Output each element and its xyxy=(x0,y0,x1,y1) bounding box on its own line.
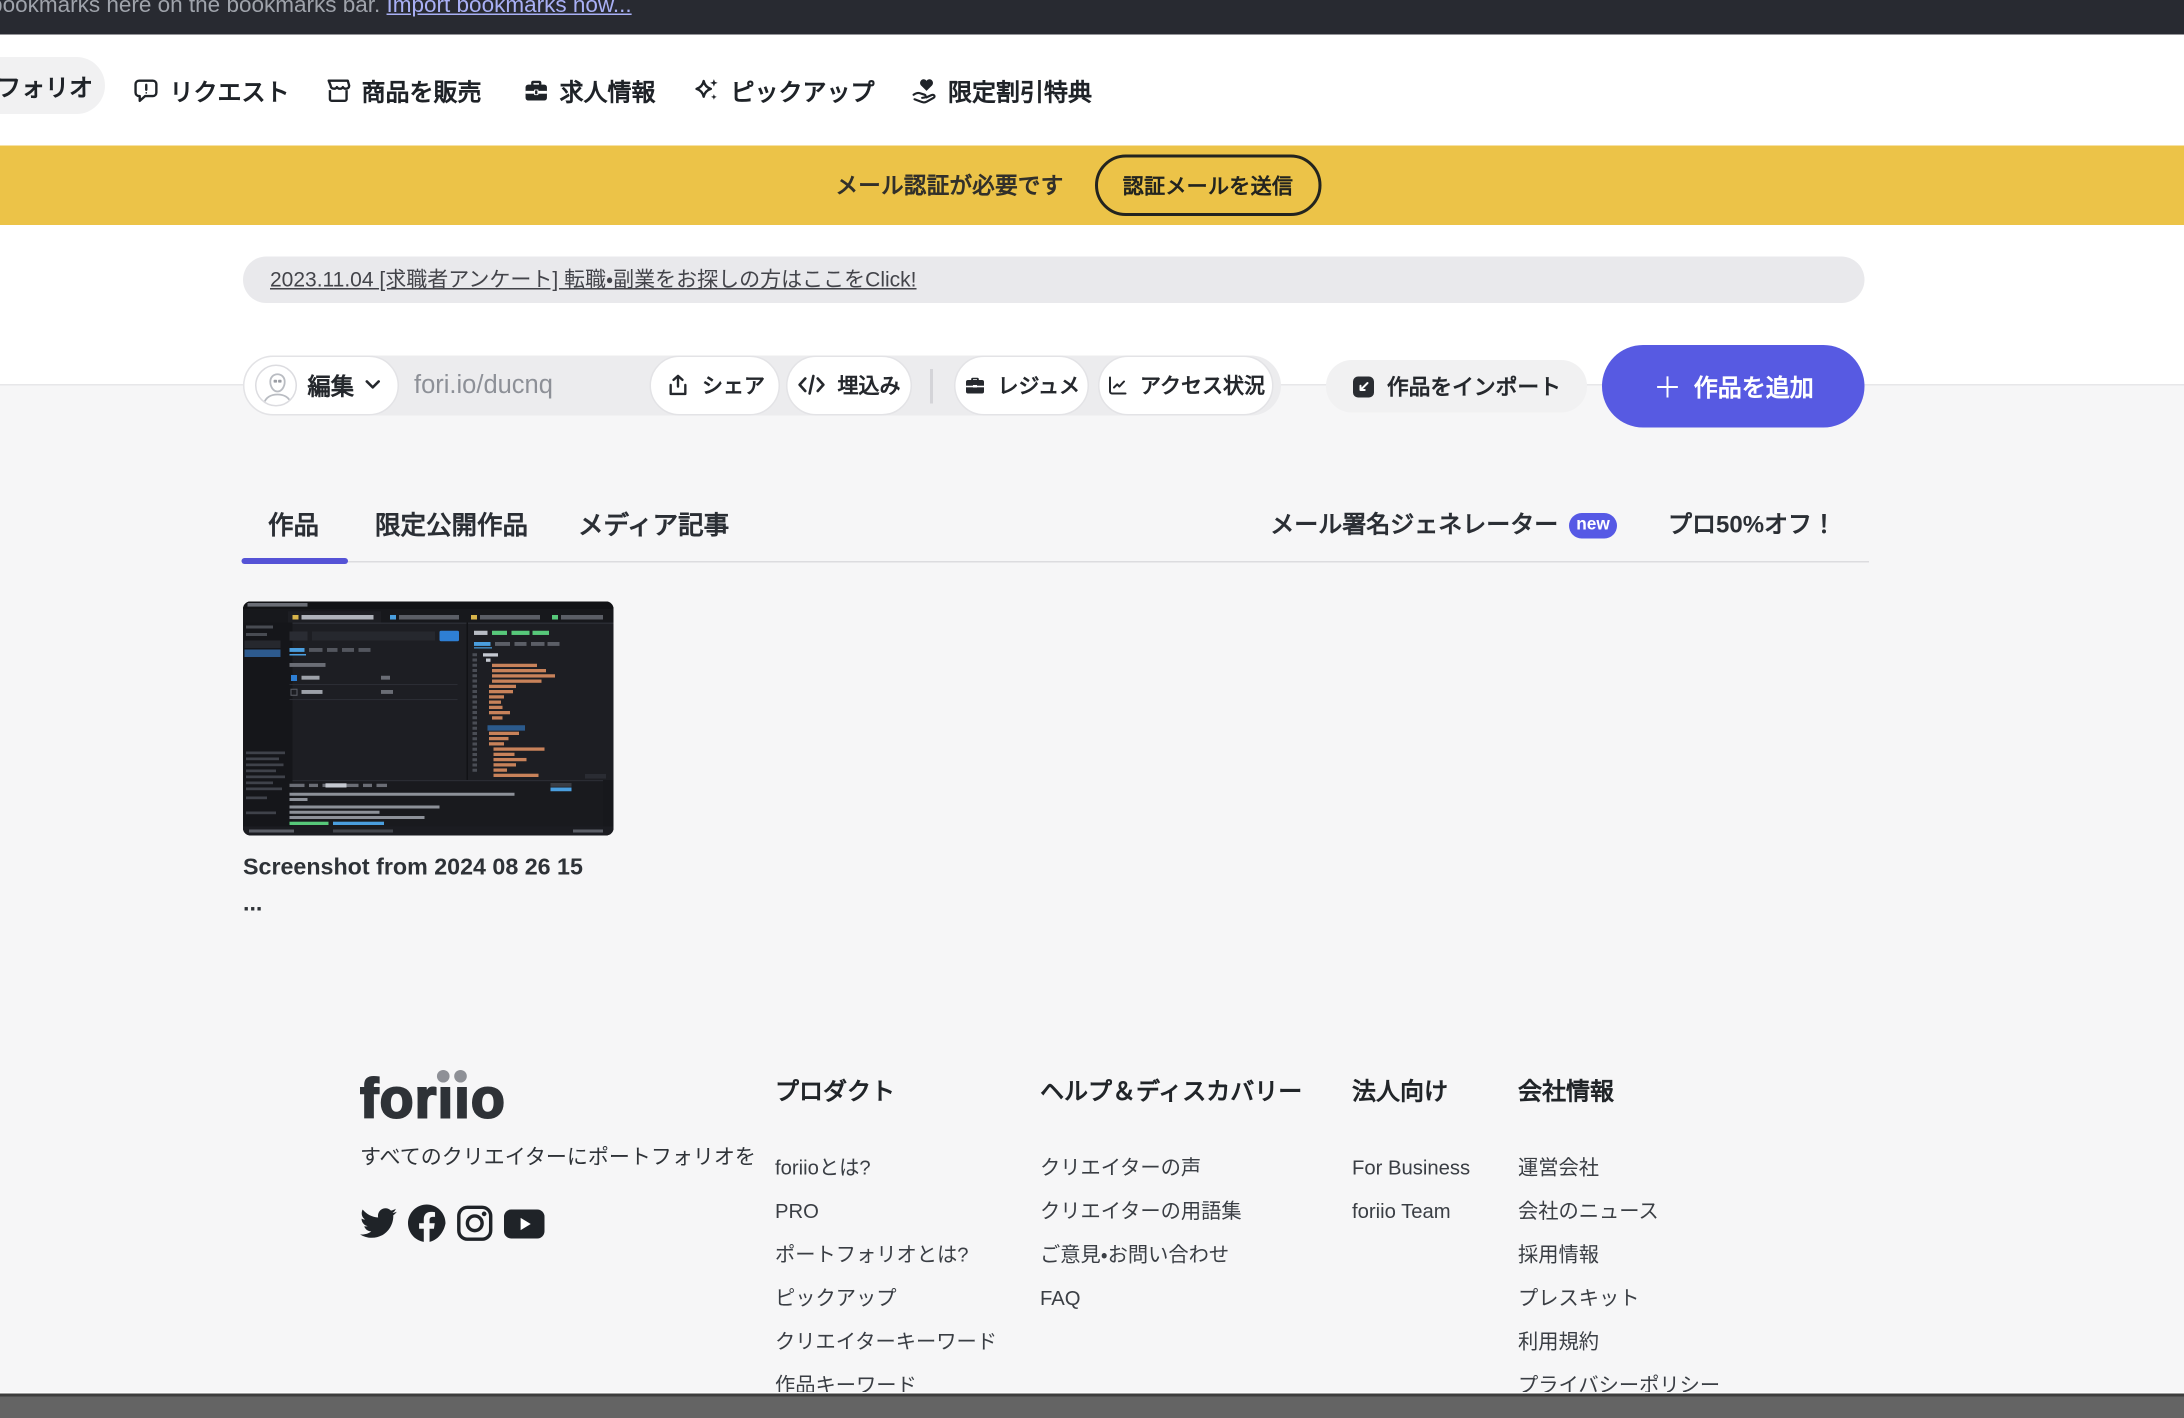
svg-text:forııo: forııo xyxy=(360,1068,506,1130)
